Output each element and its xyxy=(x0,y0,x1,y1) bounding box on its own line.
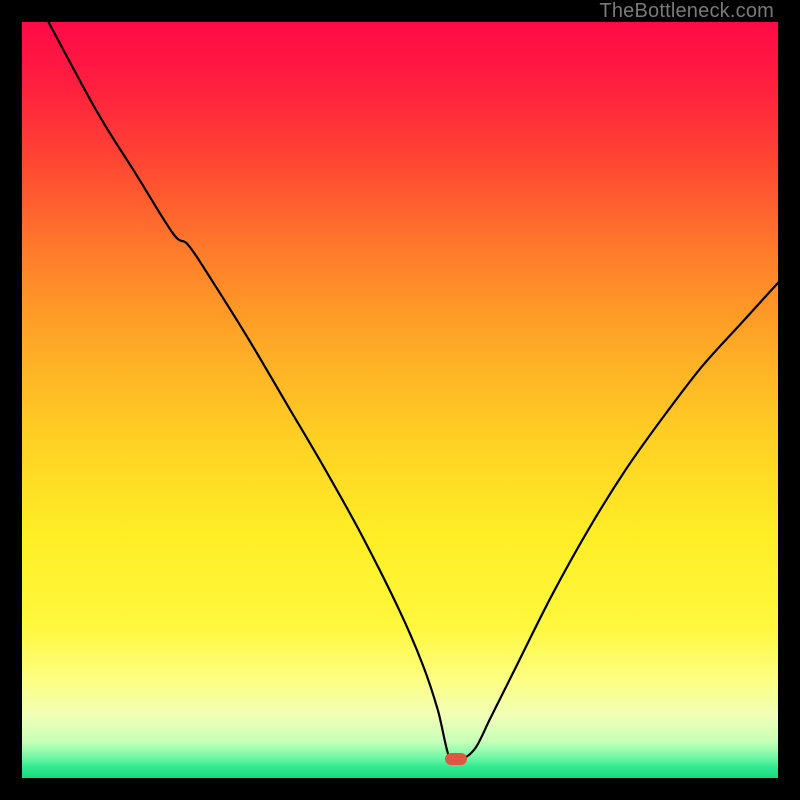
bottleneck-curve xyxy=(22,22,778,778)
plot-area xyxy=(22,22,778,778)
optimal-point-marker xyxy=(445,753,467,765)
chart-frame: TheBottleneck.com xyxy=(0,0,800,800)
watermark-text: TheBottleneck.com xyxy=(599,0,774,23)
